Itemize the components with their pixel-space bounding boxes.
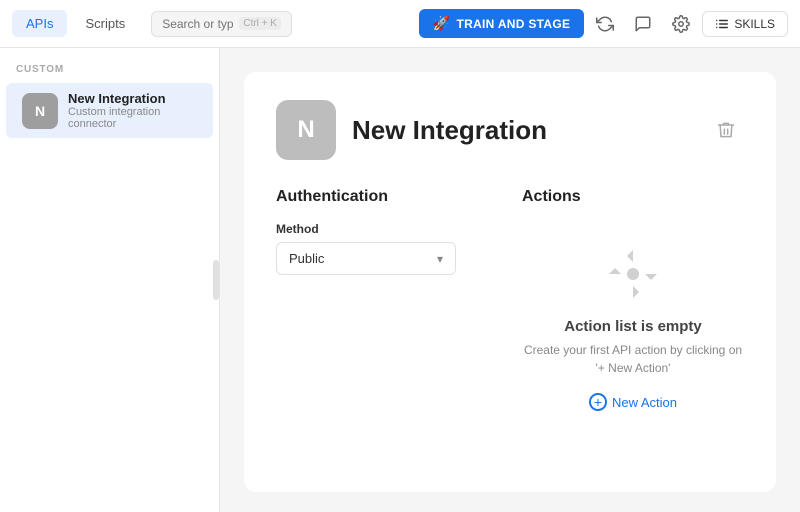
integration-avatar: N — [276, 100, 336, 160]
list-icon — [715, 17, 729, 31]
sidebar-item-title: New Integration — [68, 91, 197, 106]
actions-title: Actions — [522, 188, 744, 206]
chevron-down-icon: ▾ — [437, 252, 443, 266]
method-label: Method — [276, 222, 498, 236]
method-select[interactable]: Public ▾ — [276, 242, 456, 275]
new-action-button[interactable]: + New Action — [589, 393, 677, 411]
empty-state-desc: Create your first API action by clicking… — [523, 341, 743, 377]
plus-circle-icon: + — [589, 393, 607, 411]
method-value: Public — [289, 251, 324, 266]
content-card: N New Integration Authentication — [244, 72, 776, 492]
settings-icon-button[interactable] — [664, 7, 698, 41]
move-icon — [601, 242, 665, 306]
chat-icon — [634, 15, 652, 33]
search-shortcut: Ctrl + K — [239, 17, 281, 30]
sidebar-item-avatar: N — [22, 93, 58, 129]
empty-state-title: Action list is empty — [564, 318, 702, 335]
actions-section: Actions Action list is empty Create your… — [522, 188, 744, 421]
trash-icon — [716, 120, 736, 140]
sync-icon-button[interactable] — [588, 7, 622, 41]
train-button-label: TRAIN AND STAGE — [456, 17, 570, 31]
authentication-title: Authentication — [276, 188, 498, 206]
sidebar-item-new-integration[interactable]: N New Integration Custom integration con… — [6, 83, 213, 138]
tab-apis[interactable]: APIs — [12, 10, 67, 37]
main-layout: CUSTOM N New Integration Custom integrat… — [0, 48, 800, 512]
authentication-section: Authentication Method Public ▾ — [276, 188, 498, 421]
train-and-stage-button[interactable]: 🚀 TRAIN AND STAGE — [419, 9, 585, 38]
actions-empty-state: Action list is empty Create your first A… — [522, 222, 744, 421]
integration-title: New Integration — [352, 115, 692, 146]
sidebar-item-text: New Integration Custom integration conne… — [68, 91, 197, 130]
integration-header: N New Integration — [276, 100, 744, 160]
sidebar-item-subtitle: Custom integration connector — [68, 106, 197, 130]
chat-icon-button[interactable] — [626, 7, 660, 41]
tab-scripts[interactable]: Scripts — [71, 10, 139, 37]
sidebar: CUSTOM N New Integration Custom integrat… — [0, 48, 220, 512]
sidebar-drag-handle[interactable] — [213, 260, 219, 300]
skills-button[interactable]: SKILLS — [702, 11, 788, 37]
content-area: N New Integration Authentication — [220, 48, 800, 512]
skills-label: SKILLS — [734, 17, 775, 31]
rocket-icon: 🚀 — [433, 15, 451, 32]
sidebar-section-custom: CUSTOM — [0, 64, 219, 83]
two-columns: Authentication Method Public ▾ Actions — [276, 188, 744, 421]
search-bar: Ctrl + K — [151, 11, 292, 37]
sync-icon — [596, 15, 614, 33]
delete-button[interactable] — [708, 112, 744, 148]
top-nav: APIs Scripts Ctrl + K 🚀 TRAIN AND STAGE — [0, 0, 800, 48]
gear-icon — [672, 15, 690, 33]
new-action-label: New Action — [612, 395, 677, 410]
search-input[interactable] — [162, 17, 233, 31]
